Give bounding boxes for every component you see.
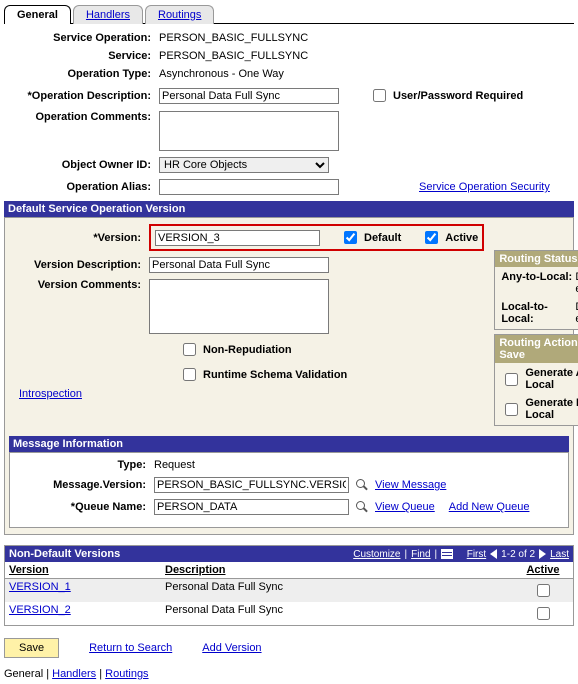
message-version-input[interactable]	[154, 477, 349, 493]
operation-description-input[interactable]	[159, 88, 339, 104]
non-repudiation-label: Non-Repudiation	[203, 344, 292, 356]
first-link[interactable]: First	[467, 549, 486, 560]
add-new-queue-link[interactable]: Add New Queue	[449, 501, 530, 513]
footer-links: General | Handlers | Routings	[4, 668, 574, 680]
active-label: Active	[445, 232, 478, 244]
routing-status-header: Routing Status	[495, 251, 578, 267]
col-active[interactable]: Active	[513, 564, 573, 576]
table-row: VERSION_1 Personal Data Full Sync	[5, 579, 573, 602]
introspection-link[interactable]: Introspection	[19, 388, 82, 400]
footer-general: General	[4, 668, 43, 680]
tab-label[interactable]: Routings	[158, 9, 201, 21]
row-description: Personal Data Full Sync	[165, 604, 513, 623]
default-label: Default	[364, 232, 401, 244]
operation-alias-input[interactable]	[159, 179, 339, 195]
generate-local-to-local-label: Generate Local-to-Local	[525, 397, 578, 421]
range-text: 1-2 of 2	[501, 549, 535, 560]
tab-label[interactable]: Handlers	[86, 9, 130, 21]
message-info-header: Message Information	[9, 436, 569, 452]
non-repudiation-checkbox[interactable]	[183, 343, 196, 356]
footer-routings-link[interactable]: Routings	[105, 668, 148, 680]
find-link[interactable]: Find	[411, 549, 430, 560]
version-description-input[interactable]	[149, 257, 329, 273]
runtime-schema-label: Runtime Schema Validation	[203, 369, 347, 381]
message-version-label: Message.Version:	[14, 479, 154, 491]
queue-name-label: *Queue Name:	[14, 501, 154, 513]
non-default-header: Non-Default Versions	[9, 548, 120, 560]
save-button[interactable]: Save	[4, 638, 59, 658]
customize-link[interactable]: Customize	[353, 549, 400, 560]
version-description-label: Version Description:	[9, 259, 149, 271]
prev-icon[interactable]	[490, 549, 497, 559]
view-queue-link[interactable]: View Queue	[375, 501, 435, 513]
tabs-bar: General Handlers Routings	[4, 4, 574, 24]
table-row: VERSION_2 Personal Data Full Sync	[5, 602, 573, 625]
object-owner-id-label: Object Owner ID:	[4, 159, 159, 171]
footer-handlers-link[interactable]: Handlers	[52, 668, 96, 680]
service-value: PERSON_BASIC_FULLSYNC	[159, 50, 308, 62]
type-label: Type:	[14, 459, 154, 471]
search-icon[interactable]	[355, 500, 369, 514]
non-default-versions-panel: Non-Default Versions Customize | Find | …	[4, 545, 574, 626]
row-active-checkbox[interactable]	[537, 607, 550, 620]
generate-any-to-local-label: Generate Any-to-Local	[525, 367, 578, 391]
tab-general[interactable]: General	[4, 5, 71, 24]
operation-alias-label: Operation Alias:	[4, 181, 159, 193]
local-to-local-label: Local-to-Local:	[501, 301, 575, 325]
version-input[interactable]	[155, 230, 320, 246]
user-password-required-checkbox[interactable]	[373, 89, 386, 102]
col-version[interactable]: Version	[5, 564, 165, 576]
operation-description-label: *Operation Description:	[4, 90, 159, 102]
col-description[interactable]: Description	[165, 564, 513, 576]
grid-view-icon[interactable]	[441, 549, 453, 559]
tab-label: General	[17, 9, 58, 21]
any-to-local-label: Any-to-Local:	[501, 271, 575, 295]
default-checkbox[interactable]	[344, 231, 357, 244]
type-value: Request	[154, 459, 195, 471]
version-comments-input[interactable]	[149, 279, 329, 334]
version-comments-label: Version Comments:	[9, 279, 149, 291]
row-description: Personal Data Full Sync	[165, 581, 513, 600]
operation-type-value: Asynchronous - One Way	[159, 68, 284, 80]
generate-local-to-local-checkbox[interactable]	[505, 403, 518, 416]
add-version-link[interactable]: Add Version	[202, 642, 261, 654]
queue-name-input[interactable]	[154, 499, 349, 515]
service-operation-value: PERSON_BASIC_FULLSYNC	[159, 32, 308, 44]
version-link[interactable]: VERSION_1	[9, 581, 71, 593]
object-owner-id-select[interactable]: HR Core Objects	[159, 157, 329, 173]
last-link[interactable]: Last	[550, 549, 569, 560]
default-version-panel: *Version: Default Active Version Descrip…	[4, 217, 574, 535]
operation-comments-input[interactable]	[159, 111, 339, 151]
version-highlight: Default Active	[149, 224, 484, 251]
version-link[interactable]: VERSION_2	[9, 604, 71, 616]
service-operation-security-link[interactable]: Service Operation Security	[419, 181, 550, 193]
search-icon[interactable]	[355, 478, 369, 492]
version-label: *Version:	[9, 232, 149, 244]
general-panel: Service Operation: PERSON_BASIC_FULLSYNC…	[4, 32, 574, 195]
view-message-link[interactable]: View Message	[375, 479, 446, 491]
generate-any-to-local-checkbox[interactable]	[505, 373, 518, 386]
message-info-panel: Type: Request Message.Version: View Mess…	[9, 452, 569, 528]
runtime-schema-checkbox[interactable]	[183, 368, 196, 381]
tab-routings[interactable]: Routings	[145, 5, 214, 24]
user-password-required-label: User/Password Required	[393, 90, 523, 102]
service-label: Service:	[4, 50, 159, 62]
default-version-header: Default Service Operation Version	[4, 201, 574, 217]
tab-handlers[interactable]: Handlers	[73, 5, 143, 24]
next-icon[interactable]	[539, 549, 546, 559]
return-to-search-link[interactable]: Return to Search	[89, 642, 172, 654]
operation-type-label: Operation Type:	[4, 68, 159, 80]
active-checkbox[interactable]	[425, 231, 438, 244]
operation-comments-label: Operation Comments:	[4, 111, 159, 123]
routing-actions-header: Routing Actions Upon Save	[495, 335, 578, 363]
row-active-checkbox[interactable]	[537, 584, 550, 597]
service-operation-label: Service Operation:	[4, 32, 159, 44]
